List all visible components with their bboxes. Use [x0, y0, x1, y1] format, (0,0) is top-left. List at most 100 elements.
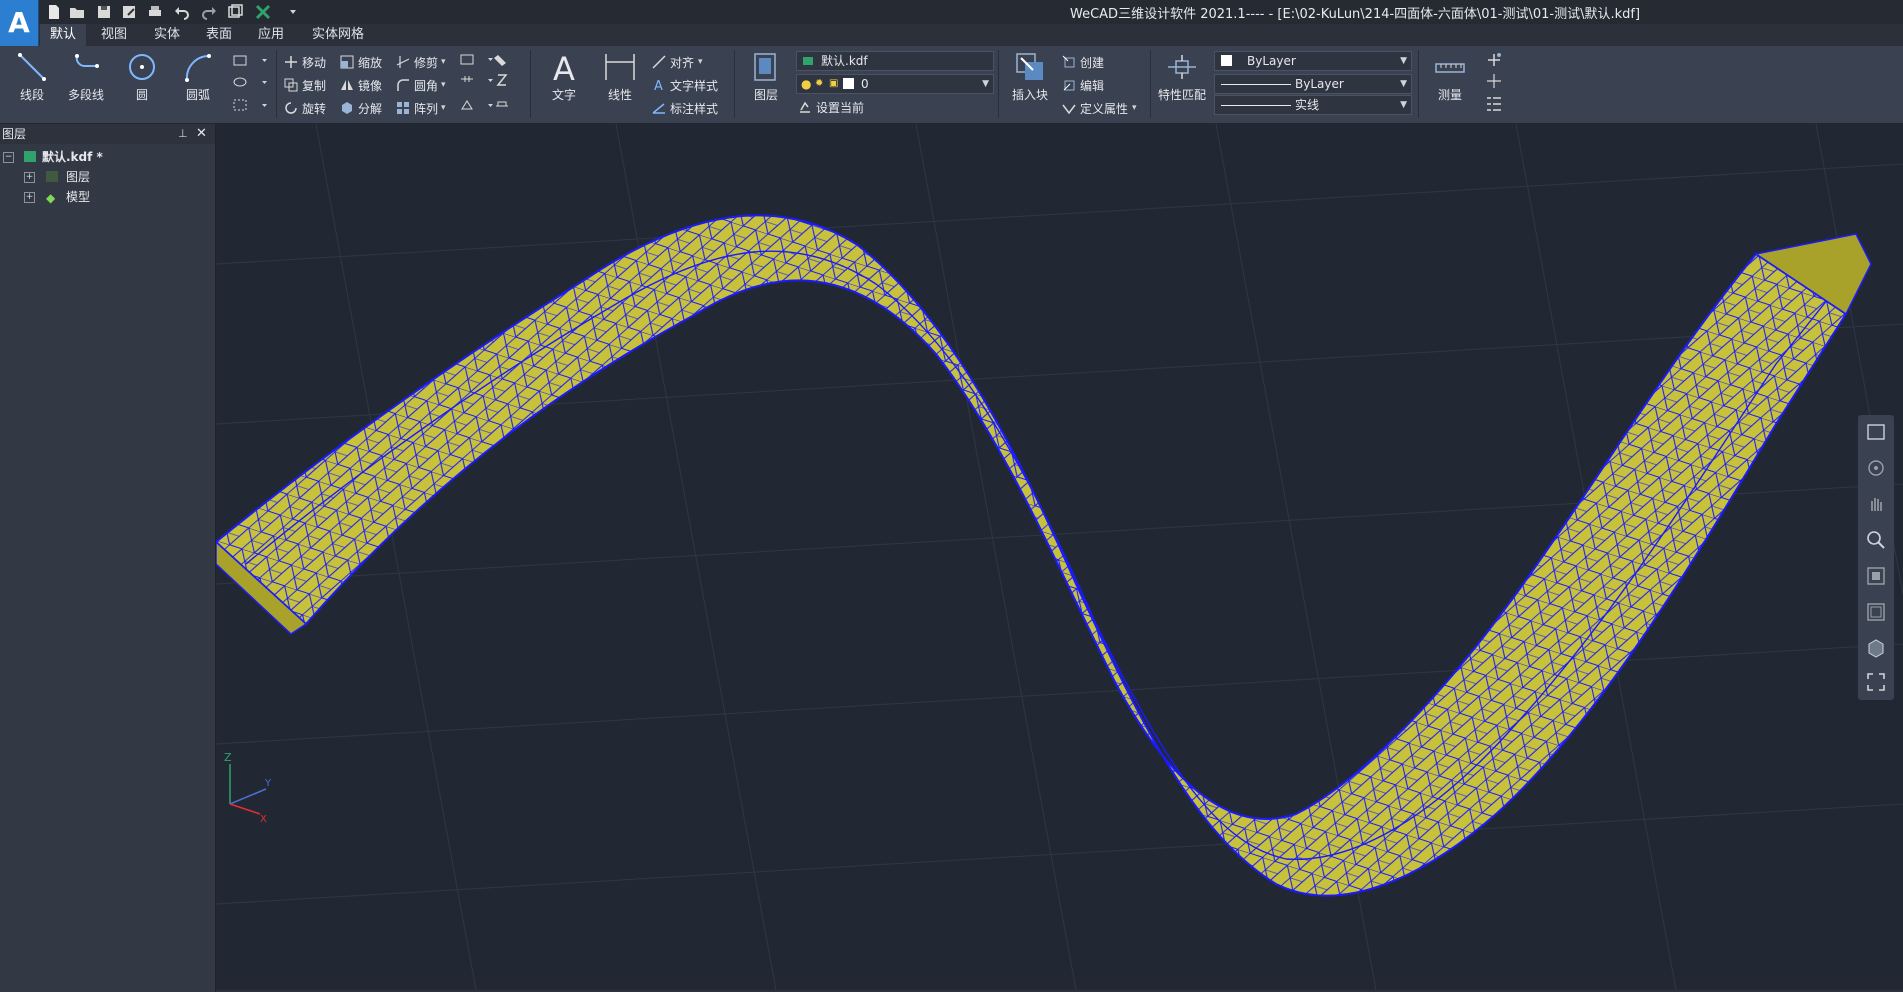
close-icon[interactable]: ✕ [196, 124, 207, 144]
layer-file-dropdown[interactable]: 默认.kdf [796, 51, 994, 71]
sun-icon: ✹ [815, 78, 824, 89]
lineweight-preview [1221, 105, 1291, 106]
color-dropdown[interactable]: ByLayer ▼ [1214, 51, 1412, 71]
tree-item-layers[interactable]: + 图层 [0, 168, 210, 186]
customize-dropdown-icon[interactable] [284, 3, 302, 21]
window-title: WeCAD三维设计软件 2021.1---- - [E:\02-KuLun\21… [1070, 7, 1641, 22]
modify-extra-icons[interactable] [460, 54, 520, 118]
save-icon[interactable] [95, 3, 113, 21]
fillet-button[interactable]: 圆角 ▾ [396, 75, 446, 95]
mirror-button[interactable]: 镜像 [340, 75, 382, 95]
current-layer-name: 0 [861, 77, 869, 91]
chevron-down-icon: ▼ [1400, 100, 1407, 110]
current-layer-dropdown[interactable]: ● ✹ ▣ 0 ▼ [796, 74, 994, 94]
linetype-dropdown[interactable]: ByLayer ▼ [1214, 74, 1412, 94]
trim-button[interactable]: 修剪 ▾ [396, 52, 446, 72]
chevron-down-icon: ▼ [1400, 79, 1407, 89]
explode-button[interactable]: 分解 [340, 98, 382, 118]
polyline-icon [75, 54, 99, 68]
draw-extra-icons[interactable] [232, 54, 272, 118]
text-style-button[interactable]: A 文字样式 [652, 75, 718, 95]
scale-icon [340, 55, 354, 69]
chevron-down-icon: ▼ [1400, 56, 1407, 66]
tree-root[interactable]: − 默认.kdf * [0, 148, 210, 166]
tab-solid-mesh[interactable]: 实体网格 [302, 24, 374, 46]
circle-icon [129, 54, 155, 80]
edit-block-button[interactable]: 编辑 [1062, 75, 1104, 95]
app-logo[interactable]: A [0, 0, 39, 46]
undo-icon[interactable] [173, 3, 191, 21]
dim-style-icon [652, 103, 665, 114]
zoom-extents-icon[interactable] [1865, 601, 1887, 623]
linear-dim-button[interactable]: 线性 [596, 50, 644, 103]
align-button[interactable]: 对齐 ▾ [652, 52, 703, 72]
tab-surface[interactable]: 表面 [196, 24, 242, 46]
layer-stack-icon [754, 53, 776, 81]
tree-item-model[interactable]: + ◆ 模型 [0, 188, 210, 206]
tab-default[interactable]: 默认 [40, 24, 87, 46]
print-icon[interactable] [146, 3, 164, 21]
array-button[interactable]: 阵列 ▾ [396, 98, 446, 118]
view-cube-icon[interactable] [1865, 421, 1887, 443]
svg-text:A: A [553, 50, 575, 84]
array-dropdown-icon[interactable]: ▾ [441, 103, 446, 113]
circle-button[interactable]: 圆 [118, 50, 166, 103]
layer-panel: 图层 ⊥ ✕ − 默认.kdf * + 图层 + ◆ 模型 [0, 124, 216, 992]
copy-button[interactable]: 复制 [284, 75, 326, 95]
window-icon[interactable] [226, 3, 244, 21]
create-block-button[interactable]: 创建 [1062, 52, 1104, 72]
zoom-icon[interactable] [1865, 529, 1887, 551]
set-current-button[interactable]: 设置当前 [798, 97, 864, 117]
match-properties-label: 特性匹配 [1158, 88, 1207, 102]
measure-button[interactable]: 测量 [1426, 50, 1474, 103]
rotate-button[interactable]: 旋转 [284, 98, 326, 118]
dim-style-button[interactable]: 标注样式 [652, 98, 718, 118]
text-button[interactable]: A 文字 [540, 50, 588, 103]
insert-block-button[interactable]: 插入块 [1006, 50, 1054, 103]
redo-icon[interactable] [200, 3, 218, 21]
tab-solid[interactable]: 实体 [144, 24, 190, 46]
fillet-dropdown-icon[interactable]: ▾ [441, 80, 446, 90]
align-icon [652, 55, 666, 69]
linear-dim-label: 线性 [607, 88, 632, 102]
match-properties-button[interactable]: 特性匹配 [1158, 50, 1206, 103]
edit-block-label: 编辑 [1080, 78, 1105, 93]
pan-hand-icon[interactable] [1865, 493, 1887, 515]
zoom-window-icon[interactable] [1865, 565, 1887, 587]
shaded-view-icon[interactable] [1865, 637, 1887, 659]
pin-icon[interactable]: ⊥ [178, 124, 188, 144]
tab-apply[interactable]: 应用 [248, 24, 294, 46]
save-as-icon[interactable] [120, 3, 138, 21]
arc-button[interactable]: 圆弧 [174, 50, 222, 103]
excel-icon[interactable] [254, 3, 272, 21]
utility-extra-icons[interactable] [1484, 52, 1504, 118]
align-dropdown-icon[interactable]: ▾ [698, 57, 703, 67]
define-attribute-dropdown-icon[interactable]: ▾ [1132, 103, 1137, 113]
collapse-icon[interactable]: − [3, 152, 14, 163]
orbit-icon[interactable] [1865, 457, 1887, 479]
viewport-canvas: Z Y X [216, 124, 1903, 990]
new-file-icon[interactable] [45, 3, 63, 21]
unlock-icon: ▣ [829, 78, 839, 89]
expand-icon[interactable]: + [24, 172, 35, 183]
move-button[interactable]: 移动 [284, 52, 326, 72]
trim-dropdown-icon[interactable]: ▾ [441, 57, 446, 67]
scale-button[interactable]: 缩放 [340, 52, 382, 72]
chevron-down-icon: ▼ [982, 79, 989, 89]
fillet-icon [397, 79, 409, 91]
copy-icon [284, 78, 298, 92]
open-folder-icon[interactable] [68, 3, 86, 21]
layer-manager-button[interactable]: 图层 [742, 50, 790, 103]
ribbon: 线段 多段线 圆 圆弧 移动 复制 旋转 缩放 镜像 分解 修剪 ▾ 圆角 ▾ … [0, 46, 1903, 124]
insert-block-icon [1016, 53, 1043, 80]
tab-view[interactable]: 视图 [91, 24, 137, 46]
line-button[interactable]: 线段 [8, 50, 56, 103]
layer-panel-title: 图层 [2, 127, 27, 141]
lineweight-dropdown[interactable]: 实线 ▼ [1214, 95, 1412, 115]
expand-icon[interactable]: + [24, 192, 35, 203]
move-icon [285, 56, 297, 68]
full-screen-icon[interactable] [1865, 671, 1887, 693]
polyline-button[interactable]: 多段线 [62, 50, 110, 103]
3d-viewport[interactable]: Z Y X [216, 124, 1903, 990]
define-attribute-button[interactable]: 定义属性 ▾ [1062, 98, 1137, 118]
